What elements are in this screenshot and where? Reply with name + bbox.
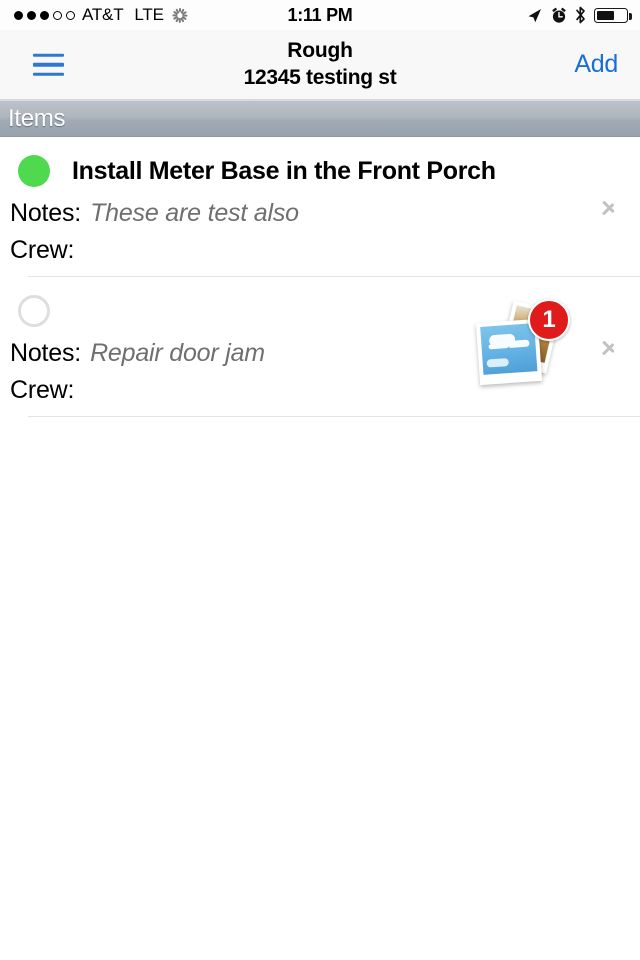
page-subtitle: 12345 testing st (243, 66, 397, 89)
photos-stack-icon[interactable]: 1 (472, 299, 570, 395)
crew-label: Crew: (10, 236, 75, 264)
section-header-label: Items (8, 104, 66, 132)
item-crew-row: Crew: (0, 236, 640, 265)
table-row[interactable]: Install Meter Base in the Front Porch No… (0, 137, 640, 277)
item-header: Install Meter Base in the Front Porch (0, 151, 640, 191)
section-header-items: Items (0, 100, 640, 137)
status-bar-right (526, 6, 640, 24)
bluetooth-icon (576, 6, 585, 24)
item-title: Install Meter Base in the Front Porch (72, 156, 496, 185)
nav-title-group: Rough 12345 testing st (0, 38, 640, 91)
carrier-label: AT&T (82, 5, 124, 24)
table-row[interactable]: Notes: Repair door jam Crew: 1 (0, 277, 640, 417)
status-bar: AT&T LTE 1:11 PM (0, 0, 640, 30)
crew-label: Crew: (10, 376, 75, 404)
items-list: Install Meter Base in the Front Porch No… (0, 137, 640, 417)
row-separator (28, 416, 640, 417)
signal-strength-icon (14, 10, 75, 20)
page-title: Rough (287, 39, 353, 62)
network-type-label: LTE (134, 5, 164, 24)
navigation-bar: Rough 12345 testing st Add (0, 30, 640, 100)
alarm-clock-icon (552, 7, 566, 23)
add-button[interactable]: Add (574, 50, 618, 79)
item-notes-row: Notes: These are test also (0, 199, 640, 228)
chevron-right-icon[interactable] (602, 334, 618, 360)
notes-label: Notes: (10, 199, 82, 227)
location-arrow-icon (528, 8, 541, 22)
battery-icon (594, 7, 632, 23)
notes-value: These are test also (90, 199, 299, 227)
status-indicator-complete-icon[interactable] (18, 155, 50, 187)
photo-count-badge: 1 (528, 299, 570, 341)
status-indicator-incomplete-icon[interactable] (18, 295, 50, 327)
spinner-icon (172, 7, 188, 23)
notes-value: Repair door jam (90, 339, 265, 367)
status-bar-left: AT&T LTE (0, 5, 188, 25)
notes-label: Notes: (10, 339, 82, 367)
chevron-right-icon[interactable] (602, 194, 618, 220)
clock-label: 1:11 PM (287, 4, 353, 25)
